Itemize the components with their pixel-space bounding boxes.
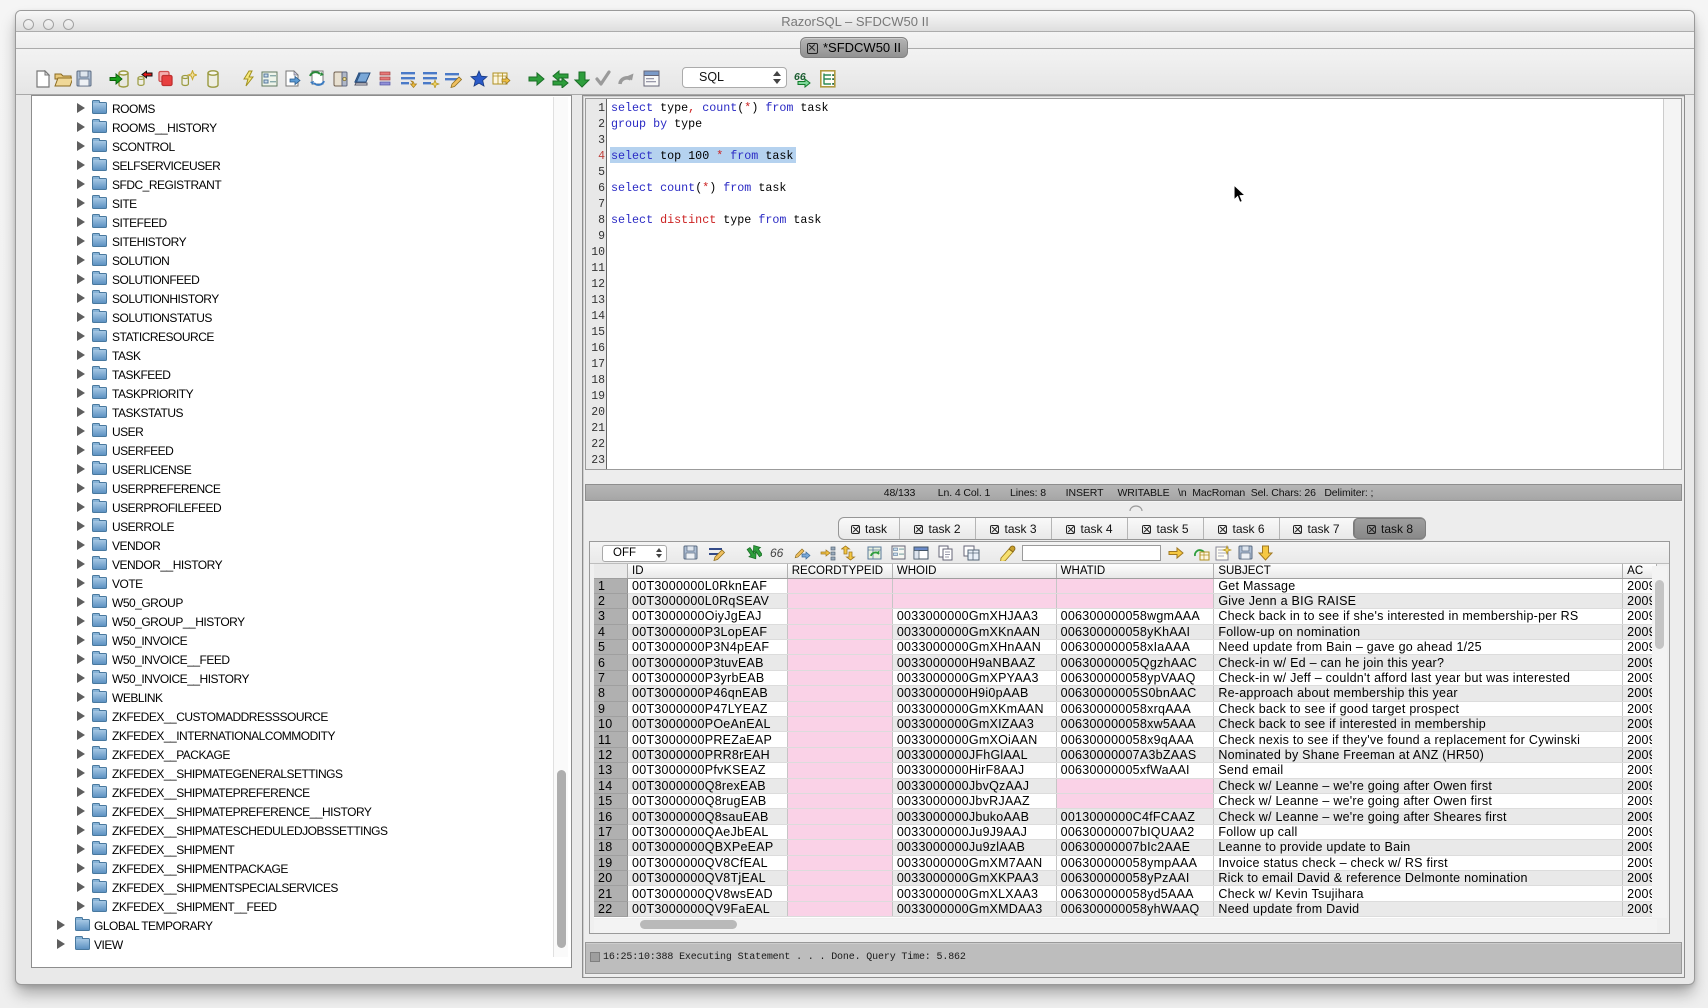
svg-text:66: 66 <box>770 546 784 560</box>
